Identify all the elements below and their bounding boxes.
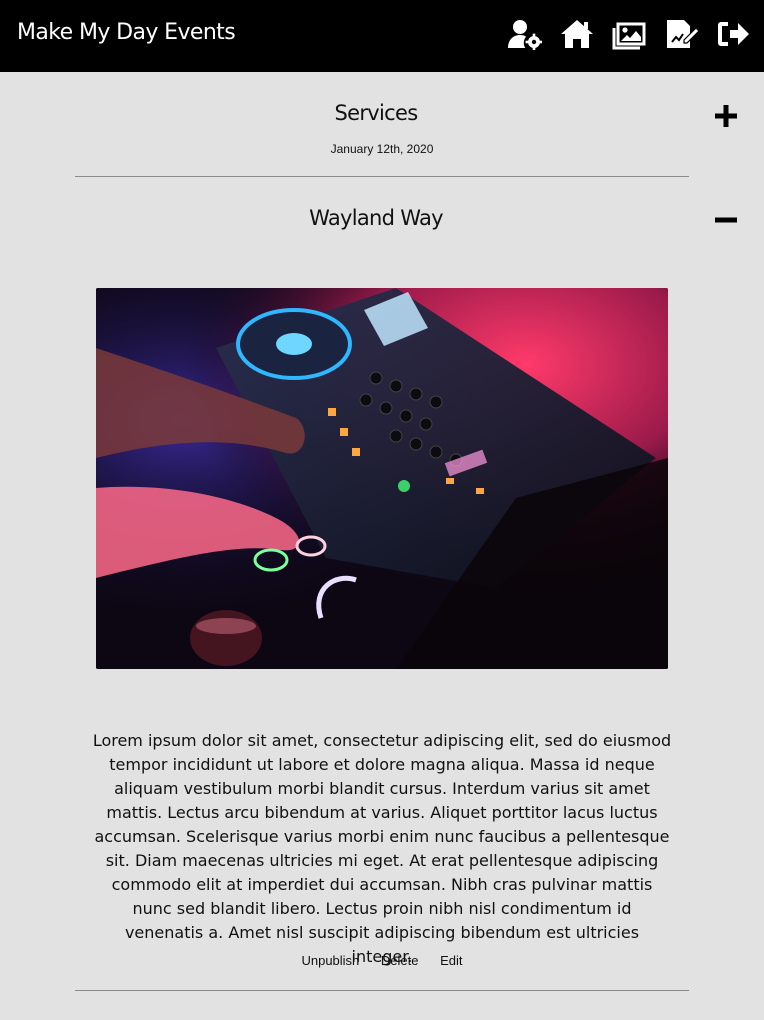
brand-title[interactable]: Make My Day Events [17,20,236,45]
logout-icon[interactable] [716,18,750,50]
unpublish-link[interactable]: Unpublish [301,953,359,968]
minus-icon[interactable] [714,208,738,232]
event-description: Lorem ipsum dolor sit amet, consectetur … [92,731,672,966]
event-actions: Unpublish Delete Edit [0,953,764,968]
edit-link[interactable]: Edit [440,953,462,968]
divider [75,176,689,177]
section-title-services[interactable]: Services [0,101,752,125]
user-settings-icon[interactable] [508,18,542,50]
plus-icon[interactable] [714,104,738,128]
dj-mixer-photo [96,288,668,669]
edit-document-icon[interactable] [664,18,700,50]
divider [75,990,689,991]
section-date: January 12th, 2020 [330,142,434,156]
gallery-icon[interactable] [612,18,646,50]
dj-mixer-illustration [96,288,668,669]
delete-link[interactable]: Delete [381,953,419,968]
nav-icons [508,18,750,50]
top-nav-bar: Make My Day Events [0,0,764,72]
section-title-wayland-way[interactable]: Wayland Way [0,206,752,230]
home-icon[interactable] [560,18,594,50]
